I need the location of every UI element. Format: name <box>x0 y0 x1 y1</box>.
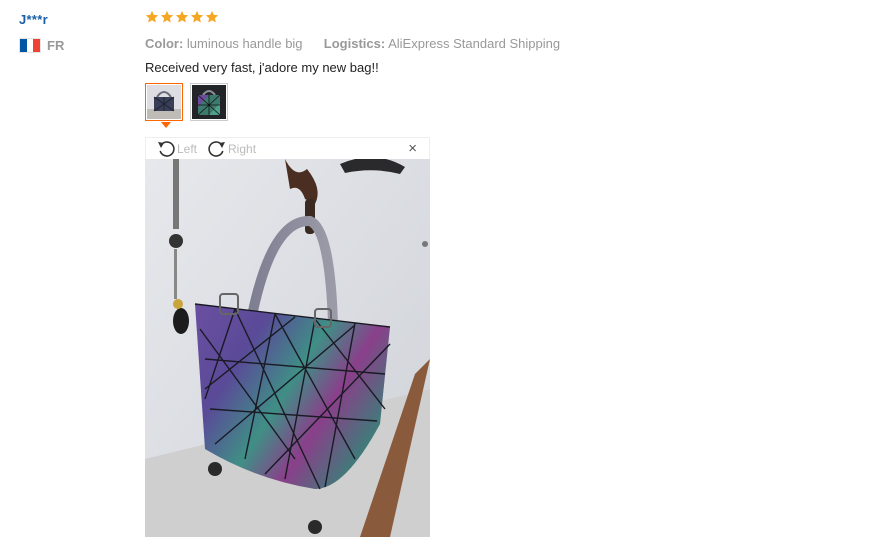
photo-thumbnail-1[interactable] <box>145 83 183 121</box>
reviewer-info: J***r FR <box>19 12 129 53</box>
close-viewer-button[interactable]: × <box>408 140 417 157</box>
france-flag-icon <box>19 38 41 53</box>
color-value: luminous handle big <box>186 36 303 51</box>
rotate-right-button[interactable]: Right <box>207 139 256 159</box>
photo-thumbnail-2[interactable] <box>190 83 228 121</box>
bag-photo-thumbnail <box>147 85 181 119</box>
photo-viewer-toolbar: Left Right × <box>145 137 430 159</box>
rotate-left-button[interactable]: Left <box>156 139 197 159</box>
reviewer-name: J***r <box>19 12 48 27</box>
active-thumbnail-arrow <box>161 122 171 128</box>
star-rating <box>145 10 845 30</box>
order-info: Color: luminous handle big Logistics: Al… <box>145 36 845 51</box>
star-icon <box>190 10 204 23</box>
rotate-right-label: Right <box>228 141 257 156</box>
star-icon <box>175 10 189 23</box>
star-icon <box>205 10 219 23</box>
rotate-left-label: Left <box>177 141 198 156</box>
color-label: Color: <box>145 36 184 51</box>
review-content: Color: luminous handle big Logistics: Al… <box>145 10 845 128</box>
bag-photo-thumbnail <box>192 85 226 119</box>
enlarged-bag-photo <box>145 159 430 537</box>
rotate-left-icon <box>158 140 175 157</box>
logistics-label: Logistics: <box>323 36 386 51</box>
review-comment: Received very fast, j'adore my new bag!! <box>145 60 379 75</box>
rotate-right-icon <box>208 140 226 157</box>
photo-thumbnails <box>145 83 845 128</box>
photo-viewer: Left Right × <box>145 137 430 537</box>
star-icon <box>145 10 159 23</box>
country-code: FR <box>47 38 65 53</box>
star-icon <box>160 10 174 23</box>
reviewer-country: FR <box>19 38 129 53</box>
logistics-value: AliExpress Standard Shipping <box>388 36 561 51</box>
